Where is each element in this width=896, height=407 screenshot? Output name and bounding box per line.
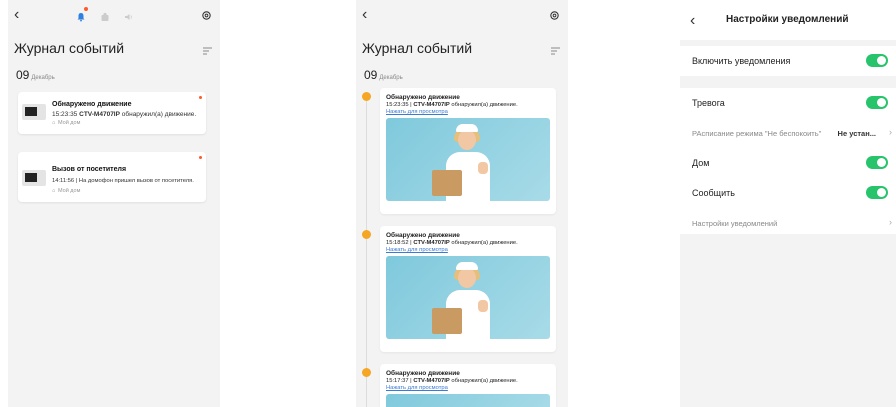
setting-report[interactable]: Сообщить <box>680 178 896 208</box>
timeline-dot <box>362 92 371 101</box>
event-card[interactable]: Обнаружено движение 15:23:35 | CTV-M4707… <box>380 88 556 214</box>
setting-enable-notifications[interactable]: Включить уведомления <box>680 46 896 76</box>
speaker-icon[interactable] <box>124 9 134 27</box>
notification-settings-screen: ‹ Настройки уведомлений Включить уведомл… <box>680 0 896 407</box>
view-link[interactable]: Нажать для просмотра <box>386 247 448 253</box>
event-description: 15:23:35 CTV-M4707IP обнаружил(а) движен… <box>52 111 197 118</box>
setting-label: Настройки уведомлений <box>692 219 778 228</box>
date-month: Декабрь <box>31 75 55 81</box>
event-title: Обнаружено движение <box>52 101 132 108</box>
event-card[interactable]: Обнаружено движение 15:18:52 | CTV-M4707… <box>380 226 556 352</box>
date-day: 09 <box>16 68 30 82</box>
setting-label: Сообщить <box>692 188 735 198</box>
home-icon: ⌂ <box>52 120 56 126</box>
home-icon: ⌂ <box>52 188 56 194</box>
view-link[interactable]: Нажать для просмотра <box>386 109 448 115</box>
timeline-dot <box>362 230 371 239</box>
event-title: Обнаружено движение <box>386 370 460 377</box>
date-header: 09 Декабрь <box>16 68 55 82</box>
event-location: Мой дом <box>58 120 81 126</box>
setting-label: РАсписание режима "Не беспокоить" <box>692 129 822 138</box>
event-card[interactable]: Обнаружено движение 15:23:35 CTV-M4707IP… <box>18 92 206 134</box>
unread-dot <box>199 96 202 99</box>
event-card[interactable]: Обнаружено движение 15:17:37 | CTV-M4707… <box>380 364 556 407</box>
back-icon[interactable]: ‹ <box>362 6 367 24</box>
bell-icon[interactable] <box>76 7 88 27</box>
setting-label: Тревога <box>692 98 725 108</box>
event-title: Обнаружено движение <box>386 232 460 239</box>
top-bar: ‹ Настройки уведомлений <box>680 0 896 40</box>
event-log-screen: ‹ Журнал событий 09 Декабрь Обнаружено дв… <box>8 0 220 407</box>
event-description: 15:17:37 | CTV-M4707IP обнаружил(а) движ… <box>386 378 518 384</box>
gear-icon[interactable] <box>201 8 212 26</box>
event-log-timeline-screen: ‹ Журнал событий 09 Декабрь Обнаружено дв… <box>356 0 568 407</box>
page-title: Журнал событий <box>14 40 125 56</box>
device-thumbnail <box>22 104 46 120</box>
snapshot-image[interactable] <box>386 256 550 339</box>
camera-icon[interactable] <box>100 9 110 27</box>
back-icon[interactable]: ‹ <box>690 12 695 30</box>
top-icons <box>76 7 134 27</box>
toggle-switch[interactable] <box>866 156 888 169</box>
device-thumbnail <box>22 170 46 186</box>
date-month: Декабрь <box>379 75 403 81</box>
setting-home[interactable]: Дом <box>680 148 896 178</box>
page-title: Журнал событий <box>362 40 473 56</box>
toggle-switch[interactable] <box>866 96 888 109</box>
gear-icon[interactable] <box>549 8 560 26</box>
filter-icon[interactable] <box>551 42 560 60</box>
event-description: 14:11:56 | На домофон пришел вызов от по… <box>52 178 194 184</box>
filter-icon[interactable] <box>203 42 212 60</box>
empty-area <box>680 234 896 407</box>
timeline-line <box>366 96 367 407</box>
date-day: 09 <box>364 68 378 82</box>
snapshot-image[interactable] <box>386 394 550 407</box>
snapshot-image[interactable] <box>386 118 550 201</box>
chevron-right-icon: › <box>889 127 892 137</box>
toggle-switch[interactable] <box>866 54 888 67</box>
event-title: Обнаружено движение <box>386 94 460 101</box>
back-icon[interactable]: ‹ <box>14 6 19 24</box>
chevron-right-icon: › <box>889 217 892 227</box>
top-bar: ‹ <box>8 0 220 30</box>
view-link[interactable]: Нажать для просмотра <box>386 385 448 391</box>
setting-dnd-schedule[interactable]: РАсписание режима "Не беспокоить" Не уст… <box>680 118 896 148</box>
event-description: 15:18:52 | CTV-M4707IP обнаружил(а) движ… <box>386 240 518 246</box>
toggle-switch[interactable] <box>866 186 888 199</box>
setting-label: Включить уведомления <box>692 56 791 66</box>
event-description: 15:23:35 | CTV-M4707IP обнаружил(а) движ… <box>386 102 518 108</box>
unread-dot <box>199 156 202 159</box>
timeline-dot <box>362 368 371 377</box>
event-location: Мой дом <box>58 188 81 194</box>
setting-value: Не устан... <box>837 129 876 138</box>
date-header: 09 Декабрь <box>364 68 403 82</box>
page-title: Настройки уведомлений <box>726 14 849 25</box>
top-bar: ‹ <box>356 0 568 30</box>
setting-label: Дом <box>692 158 710 168</box>
event-title: Вызов от посетителя <box>52 166 127 173</box>
bell-badge <box>84 7 88 11</box>
setting-alarm[interactable]: Тревога <box>680 88 896 118</box>
event-card[interactable]: Вызов от посетителя 14:11:56 | На домофо… <box>18 152 206 202</box>
